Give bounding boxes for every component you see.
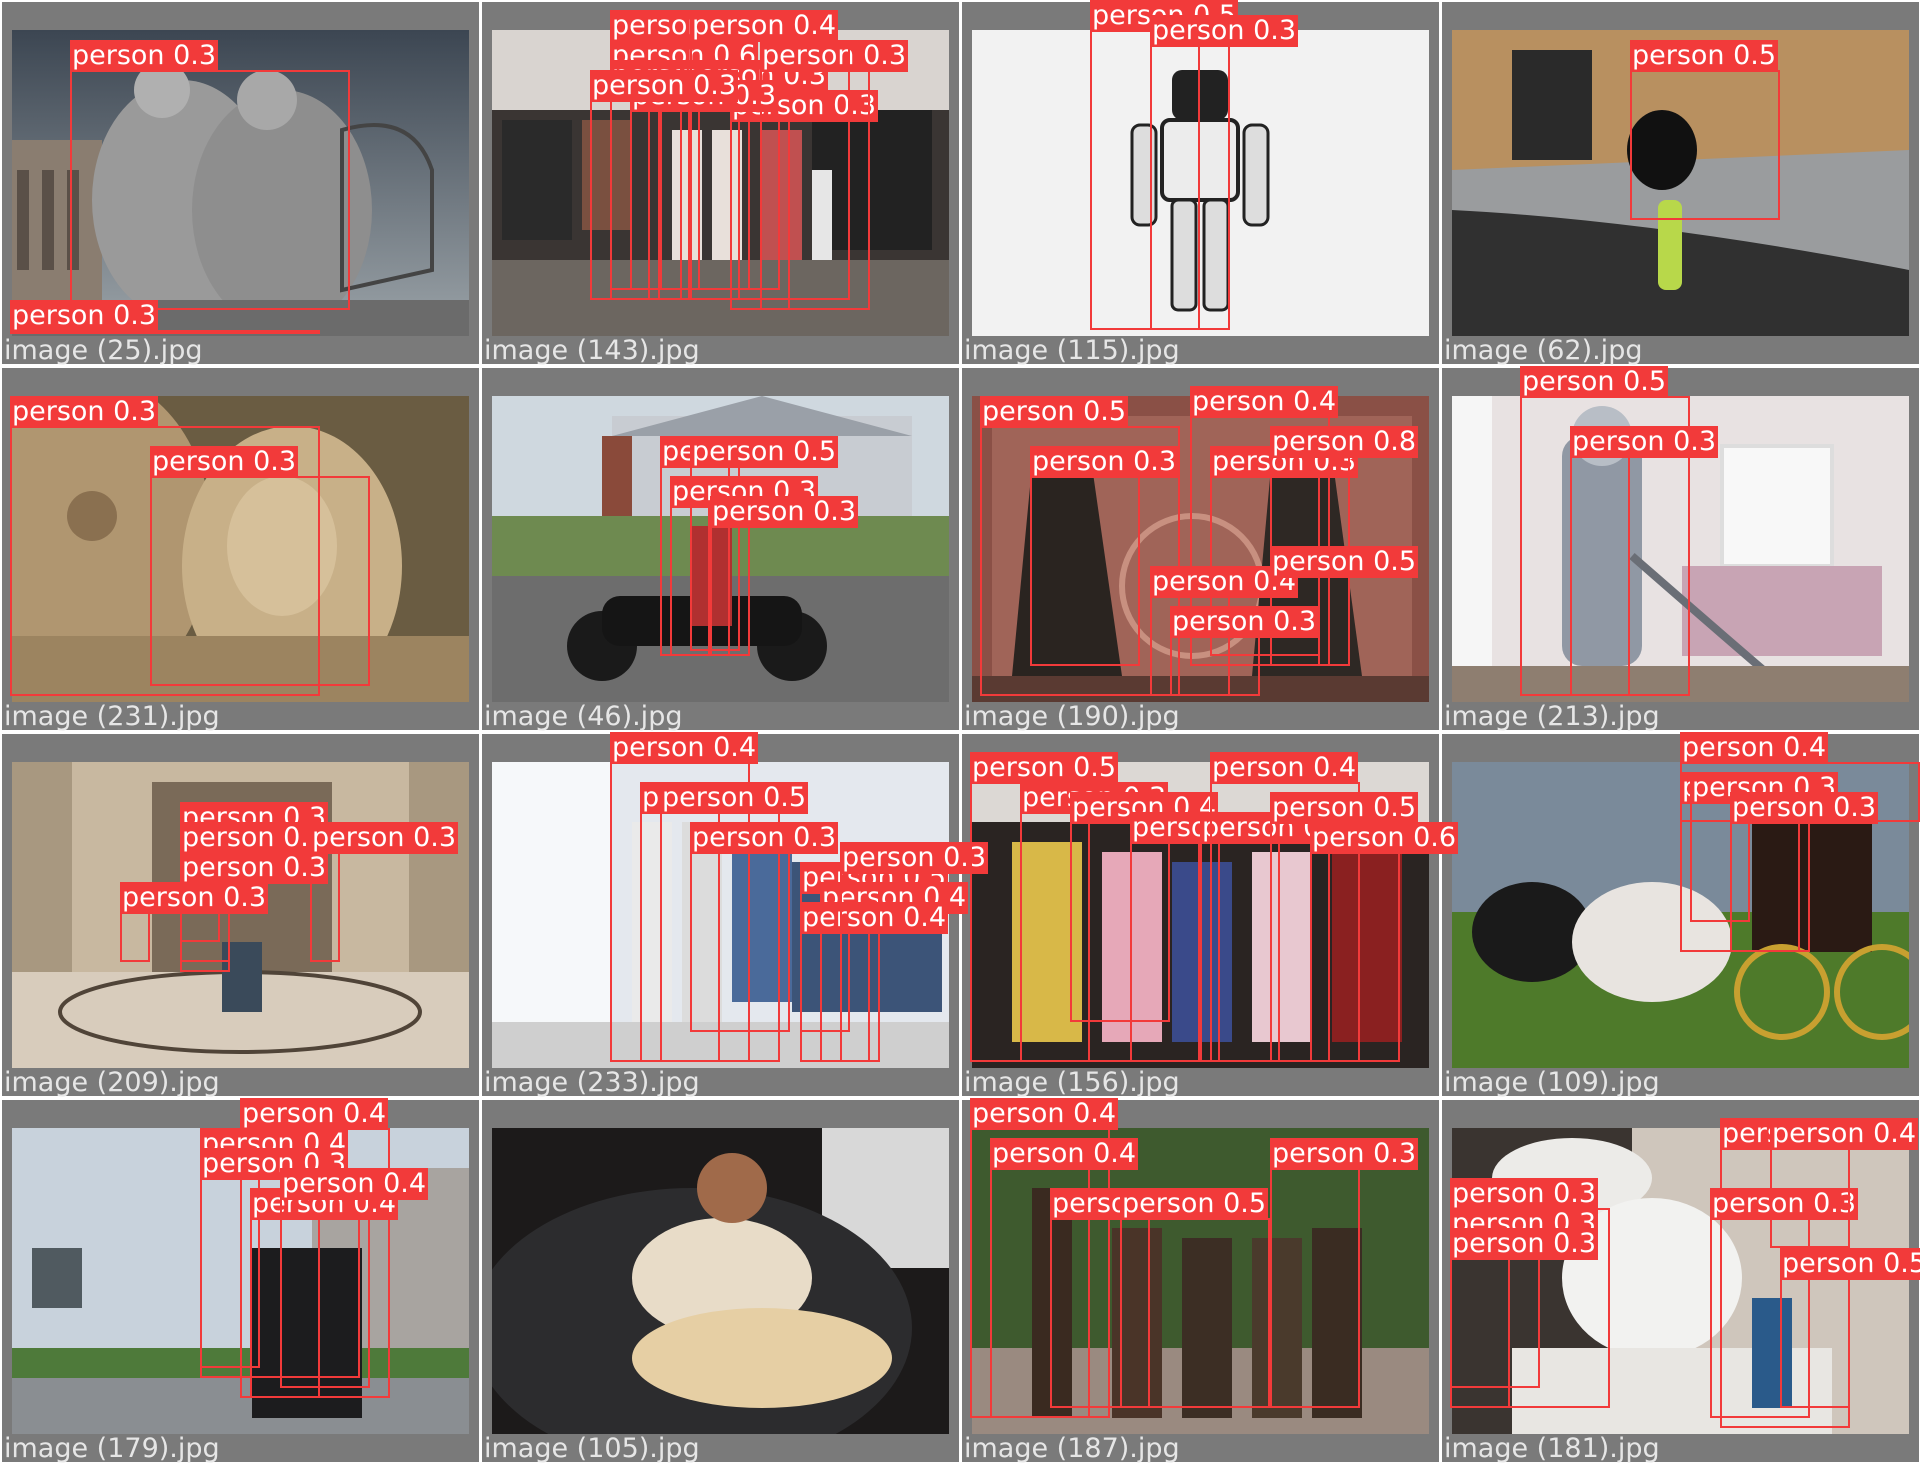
- image-filename: image (187).jpg: [964, 1433, 1180, 1464]
- image-filename: image (179).jpg: [4, 1433, 220, 1464]
- result-cell: image (25).jpg: [2, 2, 479, 366]
- result-cell: image (233).jpg: [482, 734, 959, 1098]
- result-cell: image (115).jpg: [962, 2, 1439, 366]
- image-filename: image (181).jpg: [1444, 1433, 1660, 1464]
- image-filename: image (109).jpg: [1444, 1067, 1660, 1098]
- result-cell: image (209).jpg: [2, 734, 479, 1098]
- result-cell: image (62).jpg: [1442, 2, 1919, 366]
- photo-robot-vacuum: [1452, 396, 1909, 702]
- image-filename: image (231).jpg: [4, 701, 220, 732]
- result-cell: image (181).jpg: [1442, 1100, 1919, 1464]
- image-filename: image (209).jpg: [4, 1067, 220, 1098]
- image-filename: image (213).jpg: [1444, 701, 1660, 732]
- result-cell: image (231).jpg: [2, 368, 479, 732]
- result-cell: image (213).jpg: [1442, 368, 1919, 732]
- photo-person-wall: [1452, 30, 1909, 336]
- photo-stone-faces: [12, 396, 469, 702]
- image-filename: image (233).jpg: [484, 1067, 700, 1098]
- detection-results-grid: image (25).jpg image (143).jpg image (11…: [0, 0, 1920, 1464]
- result-cell: image (46).jpg: [482, 368, 959, 732]
- result-cell: image (109).jpg: [1442, 734, 1919, 1098]
- photo-waterfront: [12, 1128, 469, 1434]
- image-filename: image (190).jpg: [964, 701, 1180, 732]
- photo-horse-carriage: [1452, 762, 1909, 1068]
- image-filename: image (25).jpg: [4, 335, 203, 366]
- image-filename: image (62).jpg: [1444, 335, 1643, 366]
- image-filename: image (156).jpg: [964, 1067, 1180, 1098]
- photo-motorcycle: [492, 396, 949, 702]
- photo-park-statues: [972, 1128, 1429, 1434]
- image-filename: image (46).jpg: [484, 701, 683, 732]
- photo-woman-dog: [492, 1128, 949, 1434]
- photo-fashion-store: [492, 762, 949, 1068]
- photo-marble-hall: [12, 762, 469, 1068]
- photo-statues: [12, 30, 469, 336]
- result-cell: image (143).jpg: [482, 2, 959, 366]
- photo-gallery: [1452, 1128, 1909, 1434]
- photo-robot: [972, 30, 1429, 336]
- result-cell: image (156).jpg: [962, 734, 1439, 1098]
- image-filename: image (143).jpg: [484, 335, 700, 366]
- result-cell: image (105).jpg: [482, 1100, 959, 1464]
- image-filename: image (105).jpg: [484, 1433, 700, 1464]
- photo-crowd: [972, 762, 1429, 1068]
- result-cell: image (179).jpg: [2, 1100, 479, 1464]
- photo-clothing-store: [492, 30, 949, 336]
- photo-bronze-statues: [972, 396, 1429, 702]
- image-filename: image (115).jpg: [964, 335, 1180, 366]
- result-cell: image (187).jpg: [962, 1100, 1439, 1464]
- result-cell: image (190).jpg: [962, 368, 1439, 732]
